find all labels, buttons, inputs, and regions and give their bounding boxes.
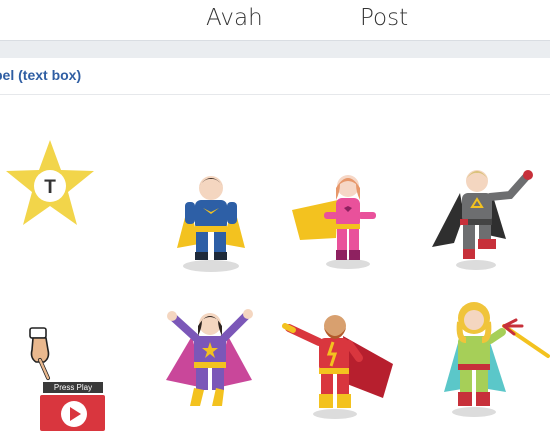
pointing-hand-icon: [29, 327, 50, 380]
supervillain-woman-green-icon: [444, 302, 550, 417]
supervillain-woman-green[interactable]: [440, 296, 550, 420]
superhero-woman-pink[interactable]: [290, 170, 386, 274]
superhero-man-red[interactable]: [282, 314, 395, 422]
star-text-icon: T: [6, 140, 94, 225]
superhero-man-red-icon: [282, 315, 393, 419]
pointing-hand: [24, 326, 58, 380]
superhero-man-blue-icon: [177, 176, 245, 272]
star-letter: T: [44, 177, 56, 198]
superhero-woman-purple[interactable]: [164, 306, 256, 416]
top-label-post: Post: [360, 5, 409, 31]
supervillain-man-gray[interactable]: [430, 165, 540, 273]
divider-band: [0, 40, 550, 58]
top-bar: Avah Post: [0, 0, 550, 40]
top-label-avah: Avah: [206, 5, 263, 31]
play-icon: [40, 395, 105, 431]
text-star-button[interactable]: T: [2, 136, 98, 230]
label-row: bel (text box): [0, 58, 550, 95]
section-label: bel (text box): [0, 67, 82, 83]
superhero-woman-purple-icon: [166, 309, 253, 406]
superhero-man-blue[interactable]: [173, 170, 249, 276]
press-play-button[interactable]: [40, 395, 105, 431]
superhero-woman-pink-icon: [292, 175, 376, 269]
press-play-label: Press Play: [43, 382, 103, 393]
supervillain-man-gray-icon: [432, 170, 533, 270]
